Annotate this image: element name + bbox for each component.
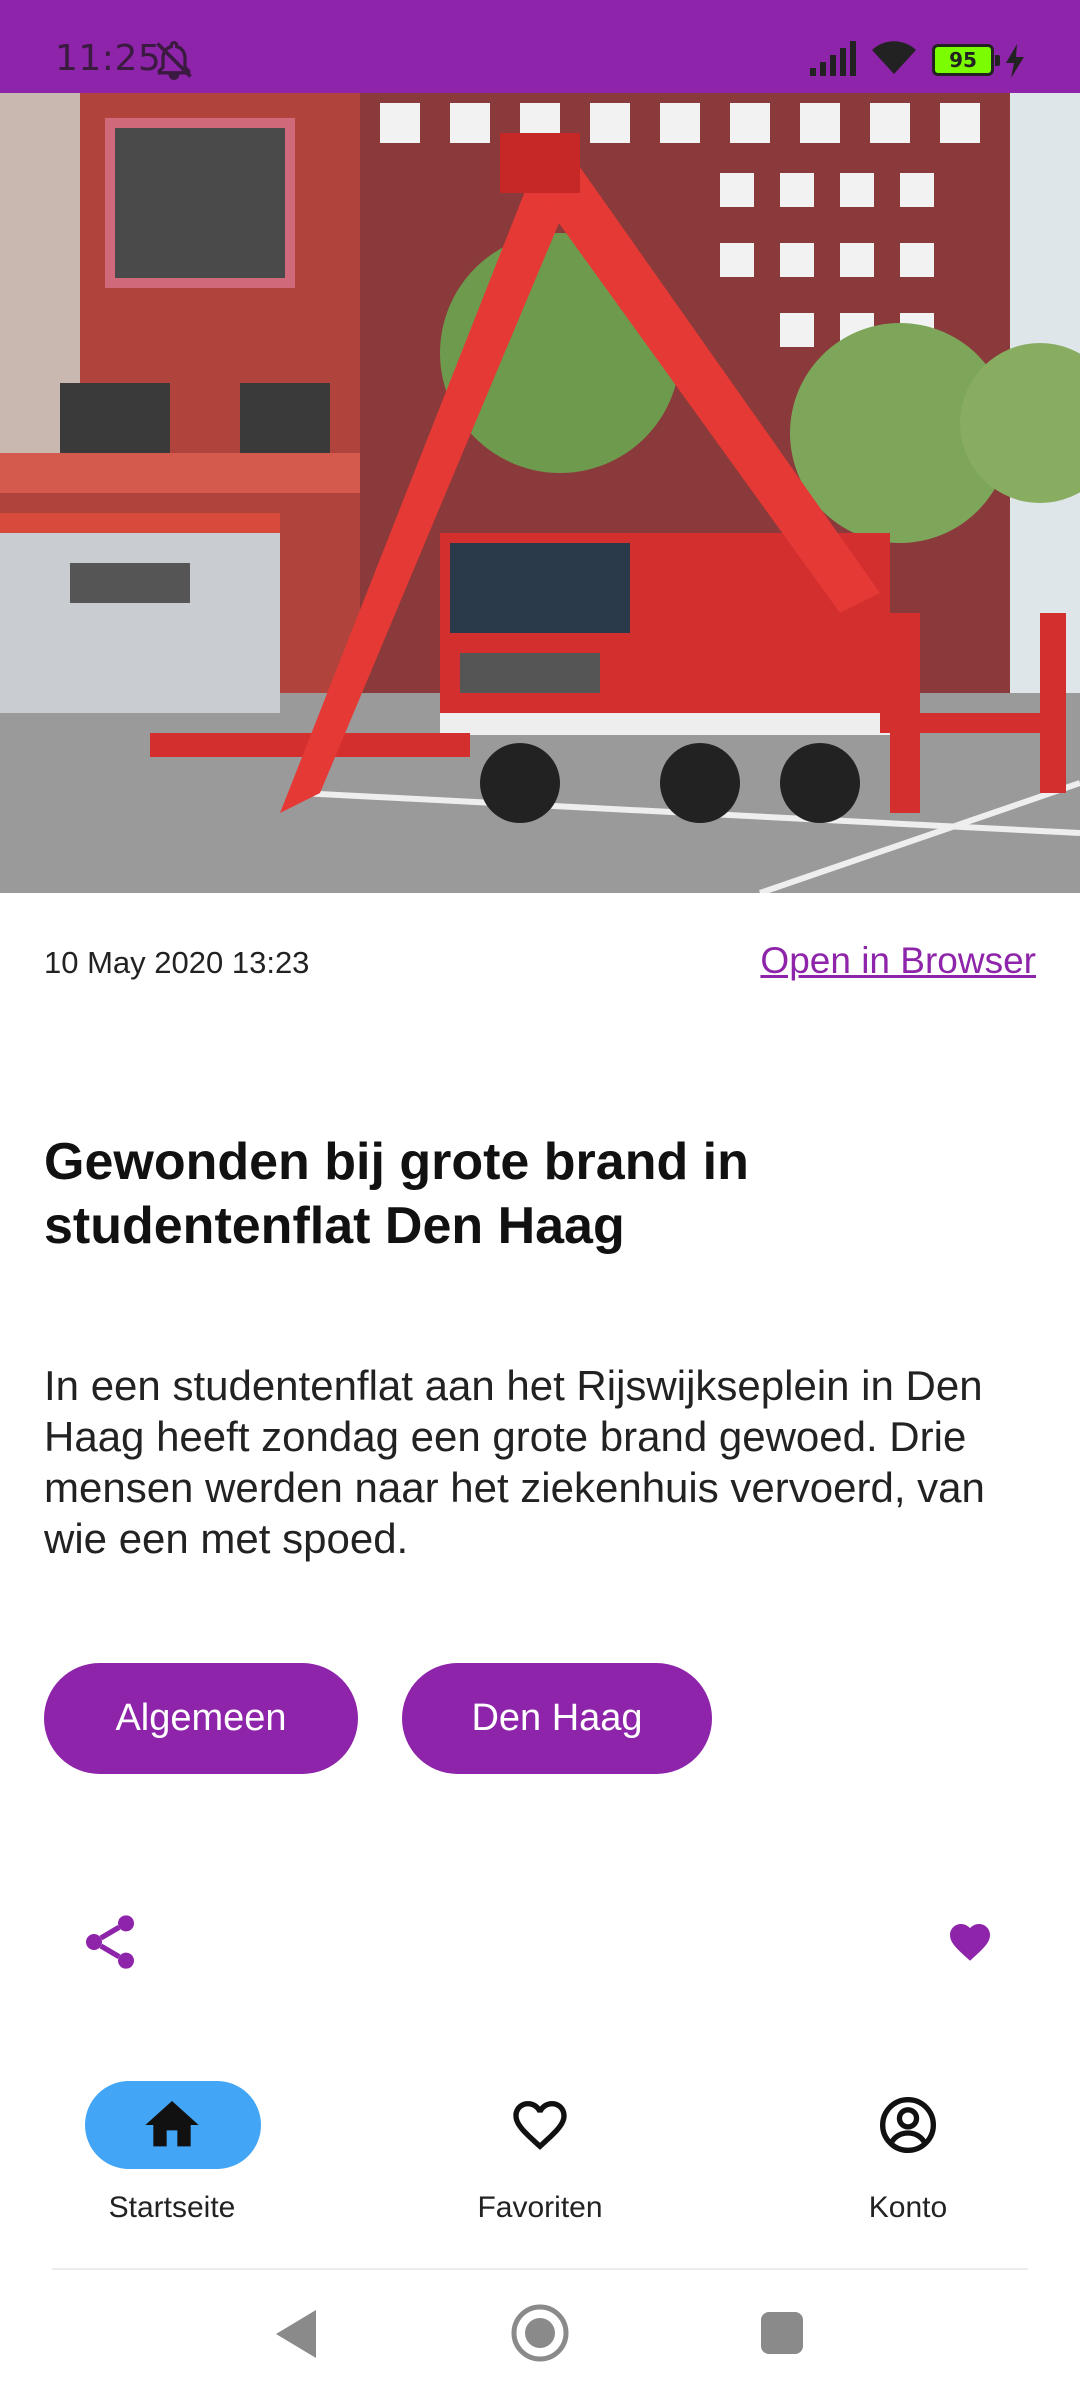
- tag-chip-den-haag[interactable]: Den Haag: [402, 1663, 712, 1774]
- status-bar: 11:25 95: [0, 0, 1080, 93]
- share-icon[interactable]: [78, 1910, 142, 1974]
- heart-outline-icon: [513, 2101, 567, 2150]
- back-icon[interactable]: [272, 2306, 320, 2362]
- article-title: Gewonden bij grote brand in studentenfla…: [44, 1133, 749, 1255]
- nav-label-favoriten: Favoriten: [477, 2191, 603, 2224]
- battery-icon: 95: [932, 44, 1000, 76]
- nav-item-konto[interactable]: Konto: [768, 2060, 1048, 2240]
- nav-label-konto: Konto: [868, 2191, 948, 2224]
- article-date: 10 May 2020 13:23: [44, 945, 310, 980]
- charging-icon: [1006, 44, 1024, 78]
- account-icon: [880, 2097, 936, 2153]
- recents-icon[interactable]: [761, 2312, 803, 2354]
- bottom-navigation: Startseite Favoriten Konto: [0, 2060, 1080, 2270]
- battery-level: 95: [949, 48, 977, 72]
- status-time: 11:25: [55, 38, 162, 79]
- signal-icon: [810, 41, 856, 76]
- bell-off-icon: [156, 41, 192, 80]
- tag-chip-algemeen[interactable]: Algemeen: [44, 1663, 358, 1774]
- home-circle-icon[interactable]: [510, 2303, 570, 2363]
- nav-item-startseite[interactable]: Startseite: [32, 2060, 312, 2240]
- hero-image: [0, 93, 1080, 893]
- nav-item-favoriten[interactable]: Favoriten: [400, 2060, 680, 2240]
- divider: [52, 2268, 1028, 2270]
- nav-label-startseite: Startseite: [108, 2191, 236, 2224]
- heart-icon[interactable]: [946, 1918, 994, 1962]
- home-icon: [145, 2101, 199, 2147]
- open-in-browser-link[interactable]: Open in Browser: [760, 940, 1036, 982]
- wifi-icon: [872, 41, 916, 74]
- article-body: In een studentenflat aan het Rijswijksep…: [44, 1362, 985, 1562]
